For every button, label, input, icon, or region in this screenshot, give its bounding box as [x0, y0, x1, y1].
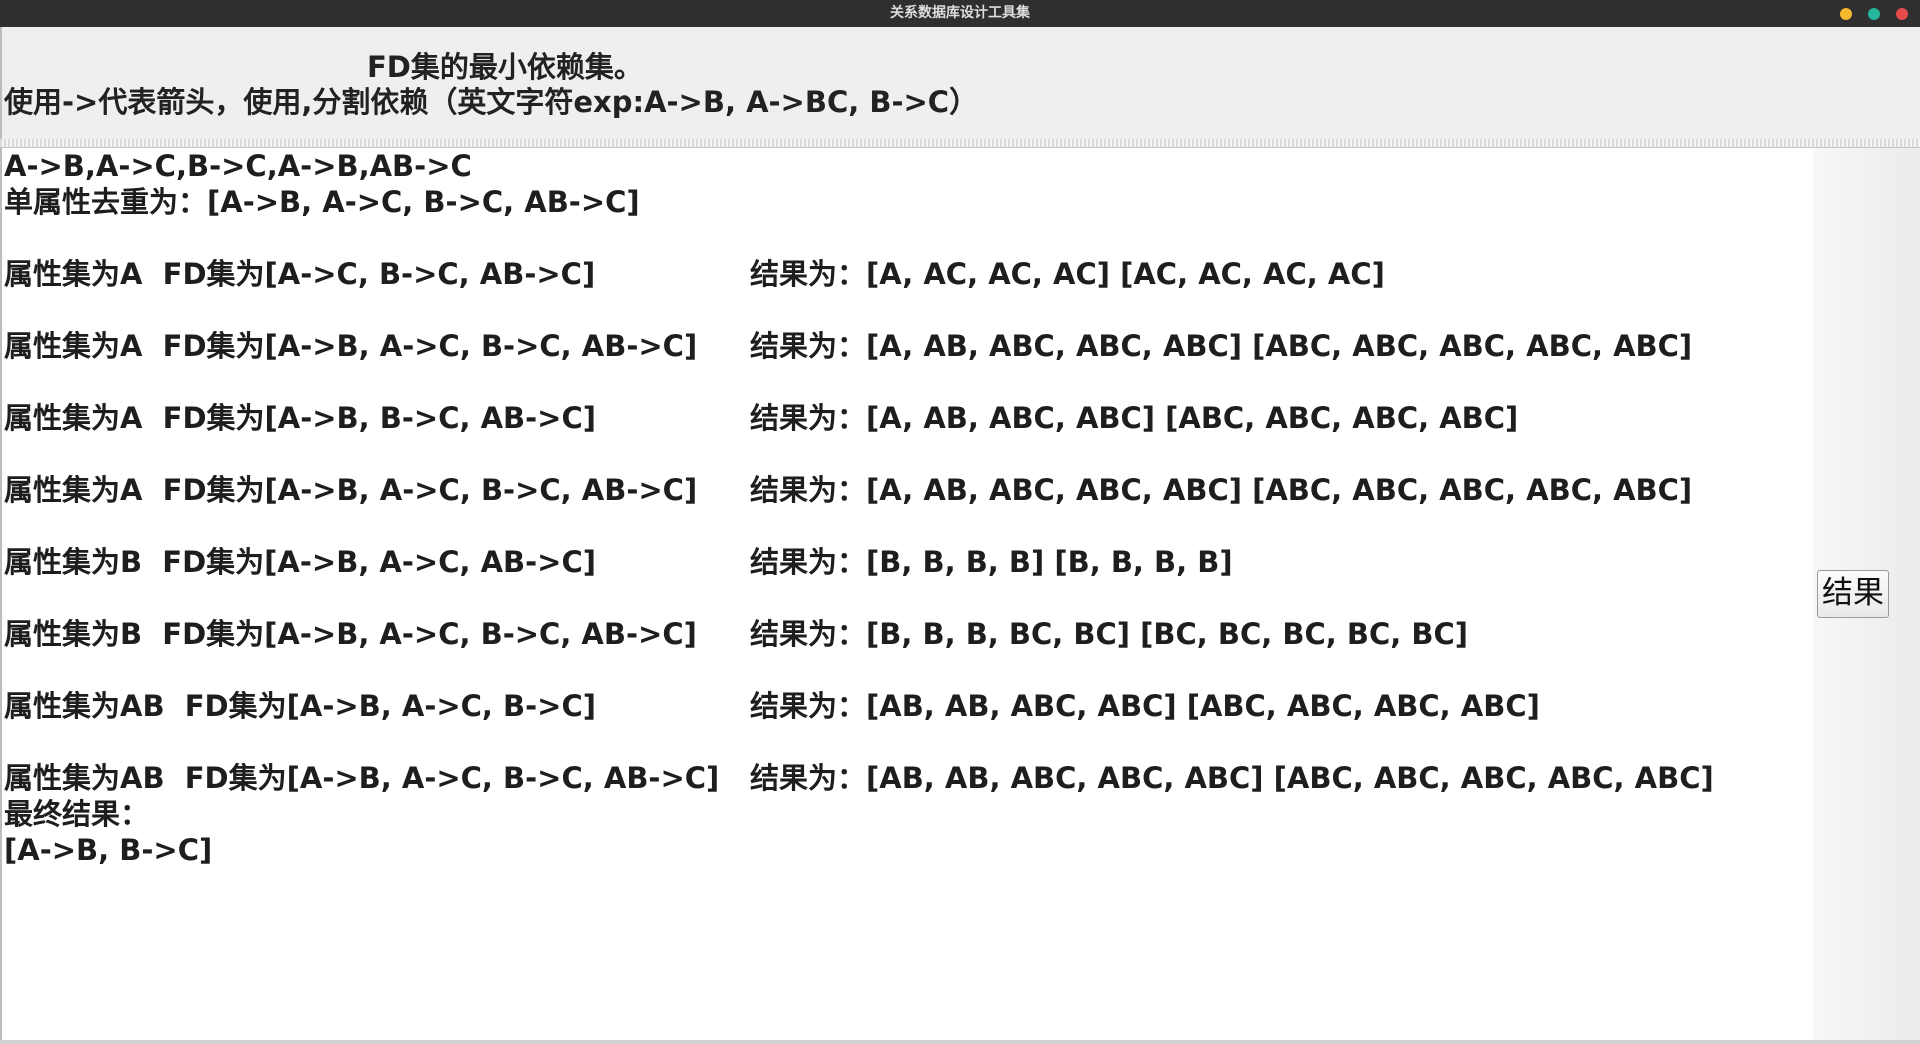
split-pane-divider[interactable] [0, 139, 1920, 148]
close-button[interactable] [1896, 7, 1908, 20]
step-right: 结果为：[A, AC, AC, AC] [AC, AC, AC, AC] [750, 257, 1385, 291]
step-left: 属性集为A FD集为[A->C, B->C, AB->C] [4, 257, 596, 291]
step-left: 属性集为B FD集为[A->B, A->C, B->C, AB->C] [4, 617, 697, 651]
step-line: 属性集为A FD集为[A->B, B->C, AB->C] 结果为：[A, AB,… [4, 400, 1813, 436]
window-titlebar: 关系数据库设计工具集 [0, 0, 1920, 27]
final-result-value: [A->B, B->C] [4, 833, 213, 867]
output-text-area[interactable]: A->B,A->C,B->C,A->B,AB->C 单属性去重为：[A->B, … [0, 148, 1813, 1044]
step-line: 属性集为B FD集为[A->B, A->C, B->C, AB->C] 结果为：[… [4, 616, 1813, 652]
step-left: 属性集为A FD集为[A->B, B->C, AB->C] [4, 401, 597, 435]
window-bottom-border [0, 1040, 1920, 1044]
result-button[interactable]: 结果 [1817, 570, 1889, 618]
step-right: 结果为：[B, B, B, B] [B, B, B, B] [750, 545, 1233, 579]
step-line: 属性集为AB FD集为[A->B, A->C, B->C] 结果为：[AB, AB… [4, 688, 1813, 724]
step-right: 结果为：[AB, AB, ABC, ABC] [ABC, ABC, ABC, A… [750, 689, 1540, 723]
step-right: 结果为：[A, AB, ABC, ABC, ABC] [ABC, ABC, AB… [750, 329, 1693, 363]
step-line: 属性集为A FD集为[A->C, B->C, AB->C] 结果为：[A, AC,… [4, 256, 1813, 292]
dedup-result: 单属性去重为：[A->B, A->C, B->C, AB->C] [4, 185, 640, 219]
step-left: 属性集为AB FD集为[A->B, A->C, B->C] [4, 689, 597, 723]
step-left: 属性集为A FD集为[A->B, A->C, B->C, AB->C] [4, 473, 698, 507]
final-result-label: 最终结果： [4, 797, 150, 831]
instructions-panel: FD集的最小依赖集。 使用->代表箭头，使用,分割依赖（英文字符exp:A->B… [0, 27, 1920, 140]
window-title: 关系数据库设计工具集 [890, 5, 1030, 21]
step-line: 属性集为A FD集为[A->B, A->C, B->C, AB->C] 结果为：[… [4, 328, 1813, 364]
step-line: 属性集为AB FD集为[A->B, A->C, B->C, AB->C] 结果为：… [4, 760, 1813, 796]
input-dependencies: A->B,A->C,B->C,A->B,AB->C [4, 149, 472, 183]
step-right: 结果为：[A, AB, ABC, ABC] [ABC, ABC, ABC, AB… [750, 401, 1519, 435]
step-left: 属性集为A FD集为[A->B, A->C, B->C, AB->C] [4, 329, 698, 363]
step-right: 结果为：[AB, AB, ABC, ABC, ABC] [ABC, ABC, A… [750, 761, 1714, 795]
panel-instructions: 使用->代表箭头，使用,分割依赖（英文字符exp:A->B, A->BC, B-… [4, 85, 979, 119]
window-controls [1840, 0, 1908, 27]
step-line: 属性集为B FD集为[A->B, A->C, AB->C] 结果为：[B, B, … [4, 544, 1813, 580]
step-right: 结果为：[A, AB, ABC, ABC, ABC] [ABC, ABC, AB… [750, 473, 1693, 507]
maximize-button[interactable] [1868, 7, 1880, 20]
step-line: 属性集为A FD集为[A->B, A->C, B->C, AB->C] 结果为：[… [4, 472, 1813, 508]
step-right: 结果为：[B, B, B, BC, BC] [BC, BC, BC, BC, B… [750, 617, 1469, 651]
step-left: 属性集为B FD集为[A->B, A->C, AB->C] [4, 545, 597, 579]
step-left: 属性集为AB FD集为[A->B, A->C, B->C, AB->C] [4, 761, 720, 795]
minimize-button[interactable] [1840, 7, 1852, 20]
